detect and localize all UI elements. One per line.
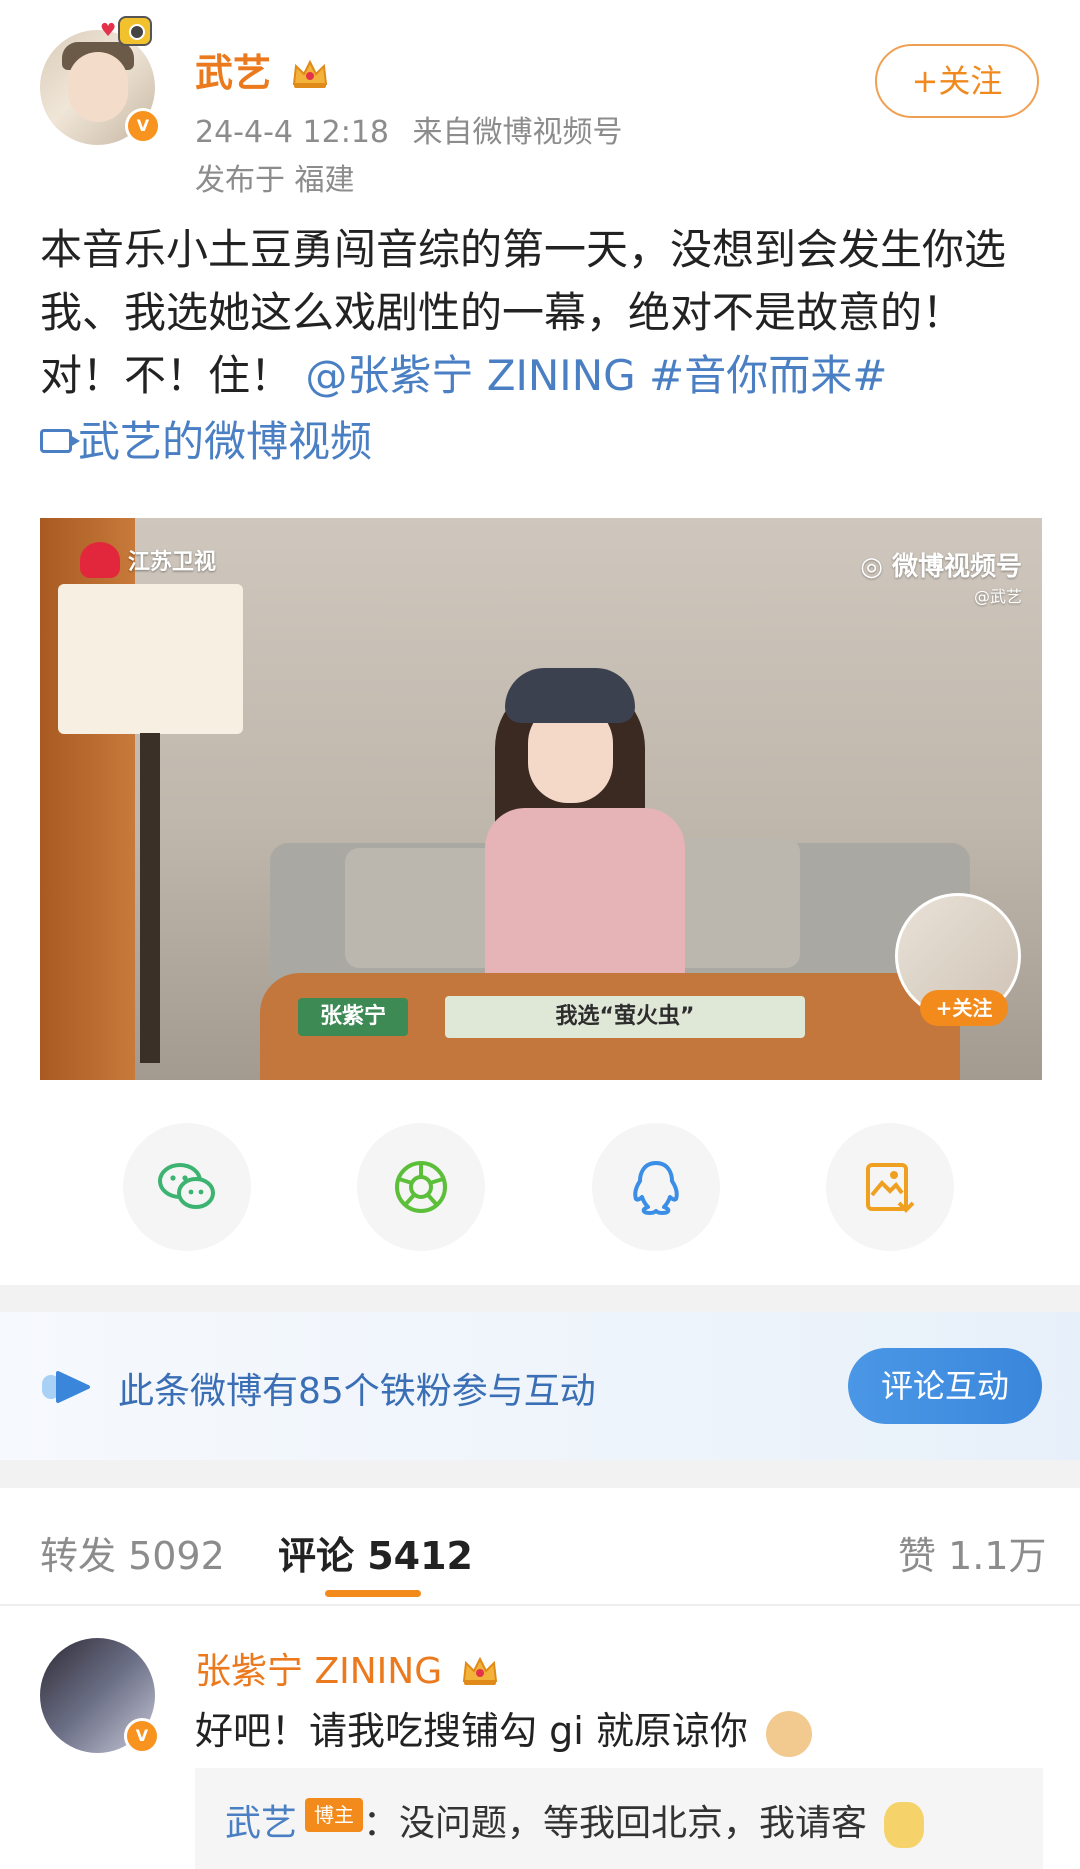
blogger-badge: 博主	[305, 1798, 363, 1832]
camera-icon	[118, 16, 152, 46]
video-lamp	[58, 584, 243, 734]
post-meta: 24-4-4 12:18 来自微博视频号	[195, 107, 623, 151]
jiangsu-tv-logo-icon	[80, 542, 120, 578]
tab-divider	[0, 1604, 1080, 1606]
video-camera-icon	[40, 429, 80, 453]
share-qq-button[interactable]	[592, 1123, 720, 1251]
post-source[interactable]: 来自微博视频号	[413, 115, 623, 150]
reply-author[interactable]: 武艺	[225, 1794, 297, 1846]
comment-interact-button[interactable]: 评论互动	[848, 1348, 1042, 1424]
qq-icon	[633, 1161, 679, 1215]
video-watermark: ◎ 微博视频号 @武艺	[860, 546, 1022, 607]
fans-banner[interactable]: 此条微博有85个铁粉参与互动 评论互动	[0, 1312, 1080, 1460]
mention-link[interactable]: @张紫宁 ZINING	[305, 351, 635, 400]
emoji-icon	[884, 1802, 925, 1848]
video-lamp-pole	[140, 733, 160, 1063]
video-player[interactable]: 江苏卫视 ◎ 微博视频号 @武艺 张紫宁 我选“萤火虫” +关注	[40, 518, 1042, 1080]
weibo-logo-icon: ◎	[860, 552, 883, 582]
watermark-title-text: 微博视频号	[891, 552, 1022, 582]
reply-box[interactable]: 武艺 博主 ：没问题，等我回北京，我请客	[195, 1768, 1043, 1869]
video-name-tag: 张紫宁	[298, 998, 409, 1036]
hashtag-link[interactable]: #音你而来#	[649, 351, 887, 400]
reply-text-body: ：没问题，等我回北京，我请客	[363, 1803, 868, 1844]
save-image-icon	[866, 1163, 915, 1213]
comment-text-body: 好吧！请我吃搜铺勾 gi 就原谅你	[195, 1709, 748, 1753]
avatar-face	[68, 52, 128, 122]
fans-banner-text: 此条微博有85个铁粉参与互动	[118, 1371, 596, 1412]
comment-text: 好吧！请我吃搜铺勾 gi 就原谅你	[195, 1700, 812, 1757]
reply-text: ：没问题，等我回北京，我请客	[363, 1794, 925, 1848]
tab-repost[interactable]: 转发 5092	[40, 1525, 225, 1580]
video-link[interactable]: 武艺的微博视频	[40, 410, 372, 473]
verified-badge-icon: V	[124, 1718, 160, 1754]
author-name-text: 武艺	[195, 51, 272, 95]
cat-emoji-icon	[765, 1710, 812, 1757]
heart-icon: ♥	[100, 20, 117, 41]
watermark-handle: @武艺	[973, 587, 1022, 606]
verified-badge-icon: V	[125, 108, 161, 144]
post-datetime: 24-4-4 12:18	[195, 115, 389, 150]
crown-icon	[462, 1656, 497, 1685]
section-separator	[0, 1460, 1080, 1488]
post-text: 本音乐小土豆勇闯音综的第一天，没想到会发生你选我、我选她这么戏剧性的一幕，绝对不…	[40, 218, 1045, 473]
moments-icon	[395, 1161, 447, 1213]
commenter-name[interactable]: 张紫宁 ZINING	[195, 1642, 500, 1694]
tab-comment[interactable]: 评论 5412	[278, 1525, 473, 1580]
section-separator	[0, 1285, 1080, 1313]
video-cushion	[345, 848, 505, 968]
post-location: 发布于 福建	[195, 163, 355, 198]
tab-like[interactable]: 赞 1.1万	[898, 1525, 1047, 1580]
tab-active-indicator	[325, 1590, 421, 1597]
tv-logo: 江苏卫视	[80, 542, 216, 578]
video-person-hat	[505, 668, 635, 723]
follow-button[interactable]: +关注	[875, 44, 1039, 118]
tv-logo-text: 江苏卫视	[128, 550, 217, 575]
commenter-name-text: 张紫宁 ZINING	[195, 1651, 443, 1692]
save-image-button[interactable]	[826, 1123, 954, 1251]
video-caption: 我选“萤火虫”	[445, 996, 805, 1038]
share-moments-button[interactable]	[357, 1123, 485, 1251]
fans-play-icon	[42, 1371, 90, 1403]
crown-icon	[293, 59, 328, 88]
video-link-text: 武艺的微博视频	[78, 416, 373, 466]
author-name[interactable]: 武艺	[195, 42, 330, 97]
watermark-title: ◎ 微博视频号	[860, 546, 1022, 583]
video-follow-button[interactable]: +关注	[920, 990, 1008, 1026]
share-wechat-button[interactable]	[123, 1123, 251, 1251]
wechat-icon	[158, 1163, 215, 1209]
